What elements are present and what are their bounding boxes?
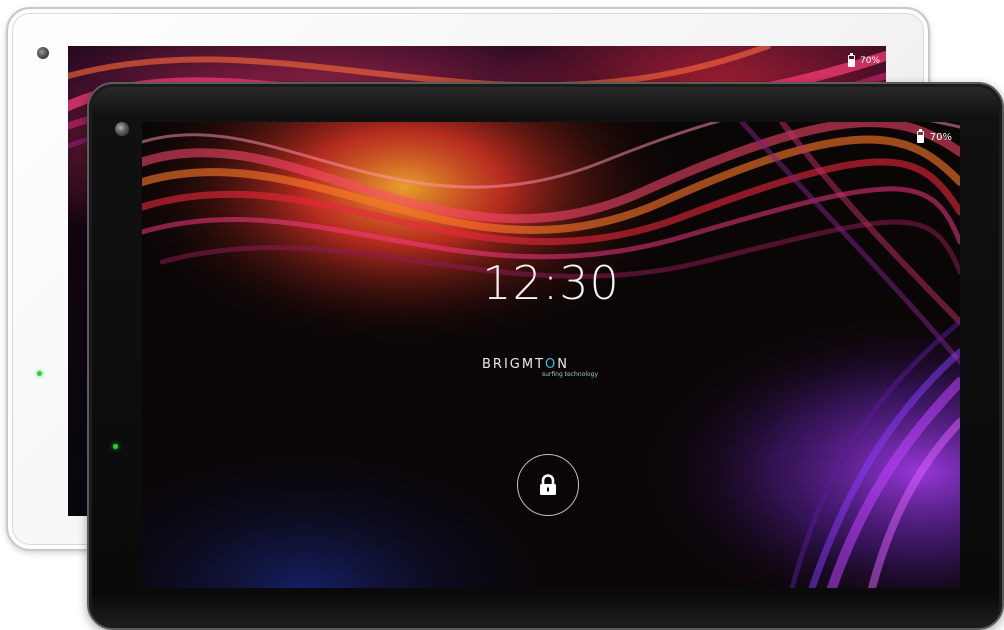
wallpaper-waves [142,122,960,588]
status-bar: 70% [847,53,880,67]
battery-icon [916,129,924,143]
status-led [37,371,42,376]
battery-percentage: 70% [929,131,952,143]
brand-logo: BRIGMTON surfing technology [482,357,622,378]
battery-icon [847,53,855,67]
lock-screen[interactable]: 70% 12:30 BRIGMTON surfing technology [142,122,960,588]
front-camera-icon [37,47,49,59]
front-tablet: 70% 12:30 BRIGMTON surfing technology [87,82,1004,630]
status-led [113,444,118,449]
brand-name: BRIGMTON [482,357,569,372]
lockscreen-clock: 12:30 [482,256,620,310]
lock-icon [540,474,556,495]
unlock-button[interactable] [517,454,579,516]
status-bar: 70% [916,129,952,143]
front-camera-icon [115,122,129,136]
battery-percentage: 70% [859,56,880,66]
brand-tagline: surfing technology [542,371,599,378]
